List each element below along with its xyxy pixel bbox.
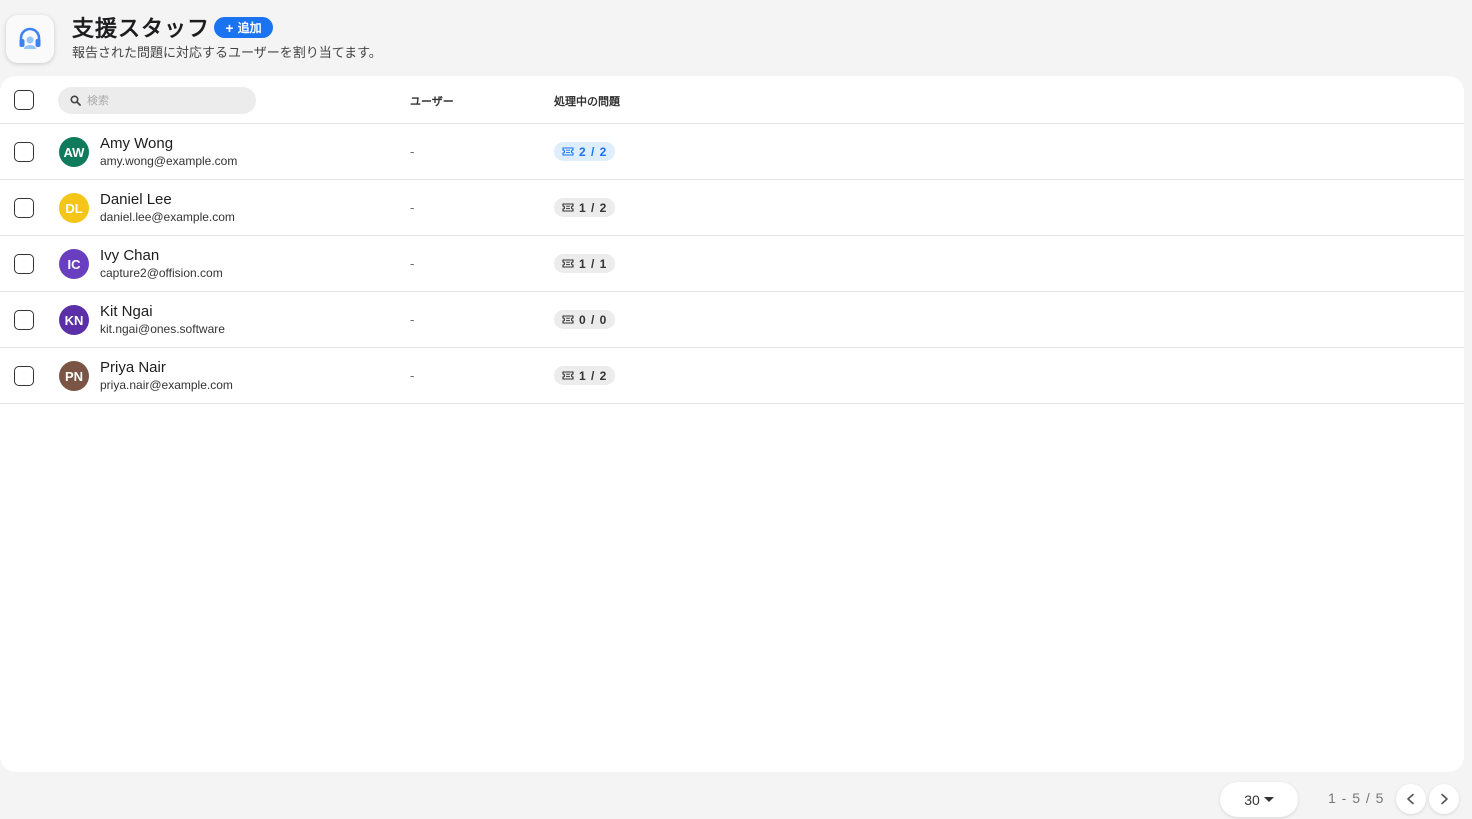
pagination-range: 1 - 5 / 5 [1328,790,1385,806]
user-email: amy.wong@example.com [100,154,238,168]
table-row[interactable]: KN Kit Ngai kit.ngai@ones.software - 0 / 0 [0,292,1464,348]
user-email: priya.nair@example.com [100,378,233,392]
user-name: Ivy Chan [100,247,160,264]
ticket-icon [562,147,574,156]
user-email: capture2@offision.com [100,266,223,280]
issues-badge[interactable]: 2 / 2 [554,142,616,161]
table-row[interactable]: DL Daniel Lee daniel.lee@example.com - 1 / 2 [0,180,1464,236]
table-header: ユーザー 処理中の問題 [0,76,1464,124]
search-box[interactable] [58,87,256,114]
add-button-label: 追加 [237,21,262,35]
user-value: - [410,368,415,383]
next-page-button[interactable] [1429,784,1459,814]
issues-count: 0 / 0 [579,312,608,327]
page-size-select[interactable]: 30 [1220,782,1298,817]
select-all-checkbox[interactable] [14,90,34,110]
issues-badge[interactable]: 1 / 2 [554,198,616,217]
headset-icon [19,27,41,49]
page-size-value: 30 [1244,791,1260,808]
page-title: 支援スタッフ [72,16,211,41]
row-checkbox[interactable] [14,254,34,274]
avatar: KN [59,305,89,335]
search-icon [70,95,81,106]
user-email: kit.ngai@ones.software [100,322,225,336]
avatar: AW [59,137,89,167]
table-body: AW Amy Wong amy.wong@example.com - 2 / 2 DL Da… [0,124,1464,404]
search-input[interactable] [87,94,247,107]
plus-icon: + [225,19,234,36]
caret-down-icon [1263,797,1274,802]
ticket-icon [562,371,574,380]
issues-badge[interactable]: 0 / 0 [554,310,616,329]
column-header-user[interactable]: ユーザー [410,93,454,109]
chevron-left-icon [1407,793,1414,805]
user-value: - [410,144,415,159]
app-icon [6,15,54,63]
table-row[interactable]: PN Priya Nair priya.nair@example.com - 1 / 2 [0,348,1464,404]
user-name: Daniel Lee [100,191,172,208]
row-checkbox[interactable] [14,366,34,386]
column-header-issues[interactable]: 処理中の問題 [554,93,620,109]
ticket-icon [562,259,574,268]
issues-count: 1 / 2 [579,200,608,215]
table-row[interactable]: AW Amy Wong amy.wong@example.com - 2 / 2 [0,124,1464,180]
user-name: Priya Nair [100,359,166,376]
page-subtitle: 報告された問題に対応するユーザーを割り当てます。 [72,45,382,60]
issues-badge[interactable]: 1 / 1 [554,254,616,273]
avatar: IC [59,249,89,279]
user-name: Kit Ngai [100,303,153,320]
avatar: PN [59,361,89,391]
issues-count: 1 / 1 [579,256,608,271]
ticket-icon [562,315,574,324]
staff-table-panel: ユーザー 処理中の問題 AW Amy Wong amy.wong@example.c… [0,76,1464,772]
issues-count: 2 / 2 [579,144,608,159]
previous-page-button[interactable] [1396,784,1426,814]
row-checkbox[interactable] [14,198,34,218]
table-row[interactable]: IC Ivy Chan capture2@offision.com - 1 / 1 [0,236,1464,292]
row-checkbox[interactable] [14,142,34,162]
ticket-icon [562,203,574,212]
chevron-right-icon [1441,793,1448,805]
add-button[interactable]: + 追加 [214,17,273,38]
row-checkbox[interactable] [14,310,34,330]
issues-badge[interactable]: 1 / 2 [554,366,616,385]
user-value: - [410,200,415,215]
user-email: daniel.lee@example.com [100,210,235,224]
user-value: - [410,256,415,271]
avatar: DL [59,193,89,223]
issues-count: 1 / 2 [579,368,608,383]
user-name: Amy Wong [100,135,174,152]
user-value: - [410,312,415,327]
